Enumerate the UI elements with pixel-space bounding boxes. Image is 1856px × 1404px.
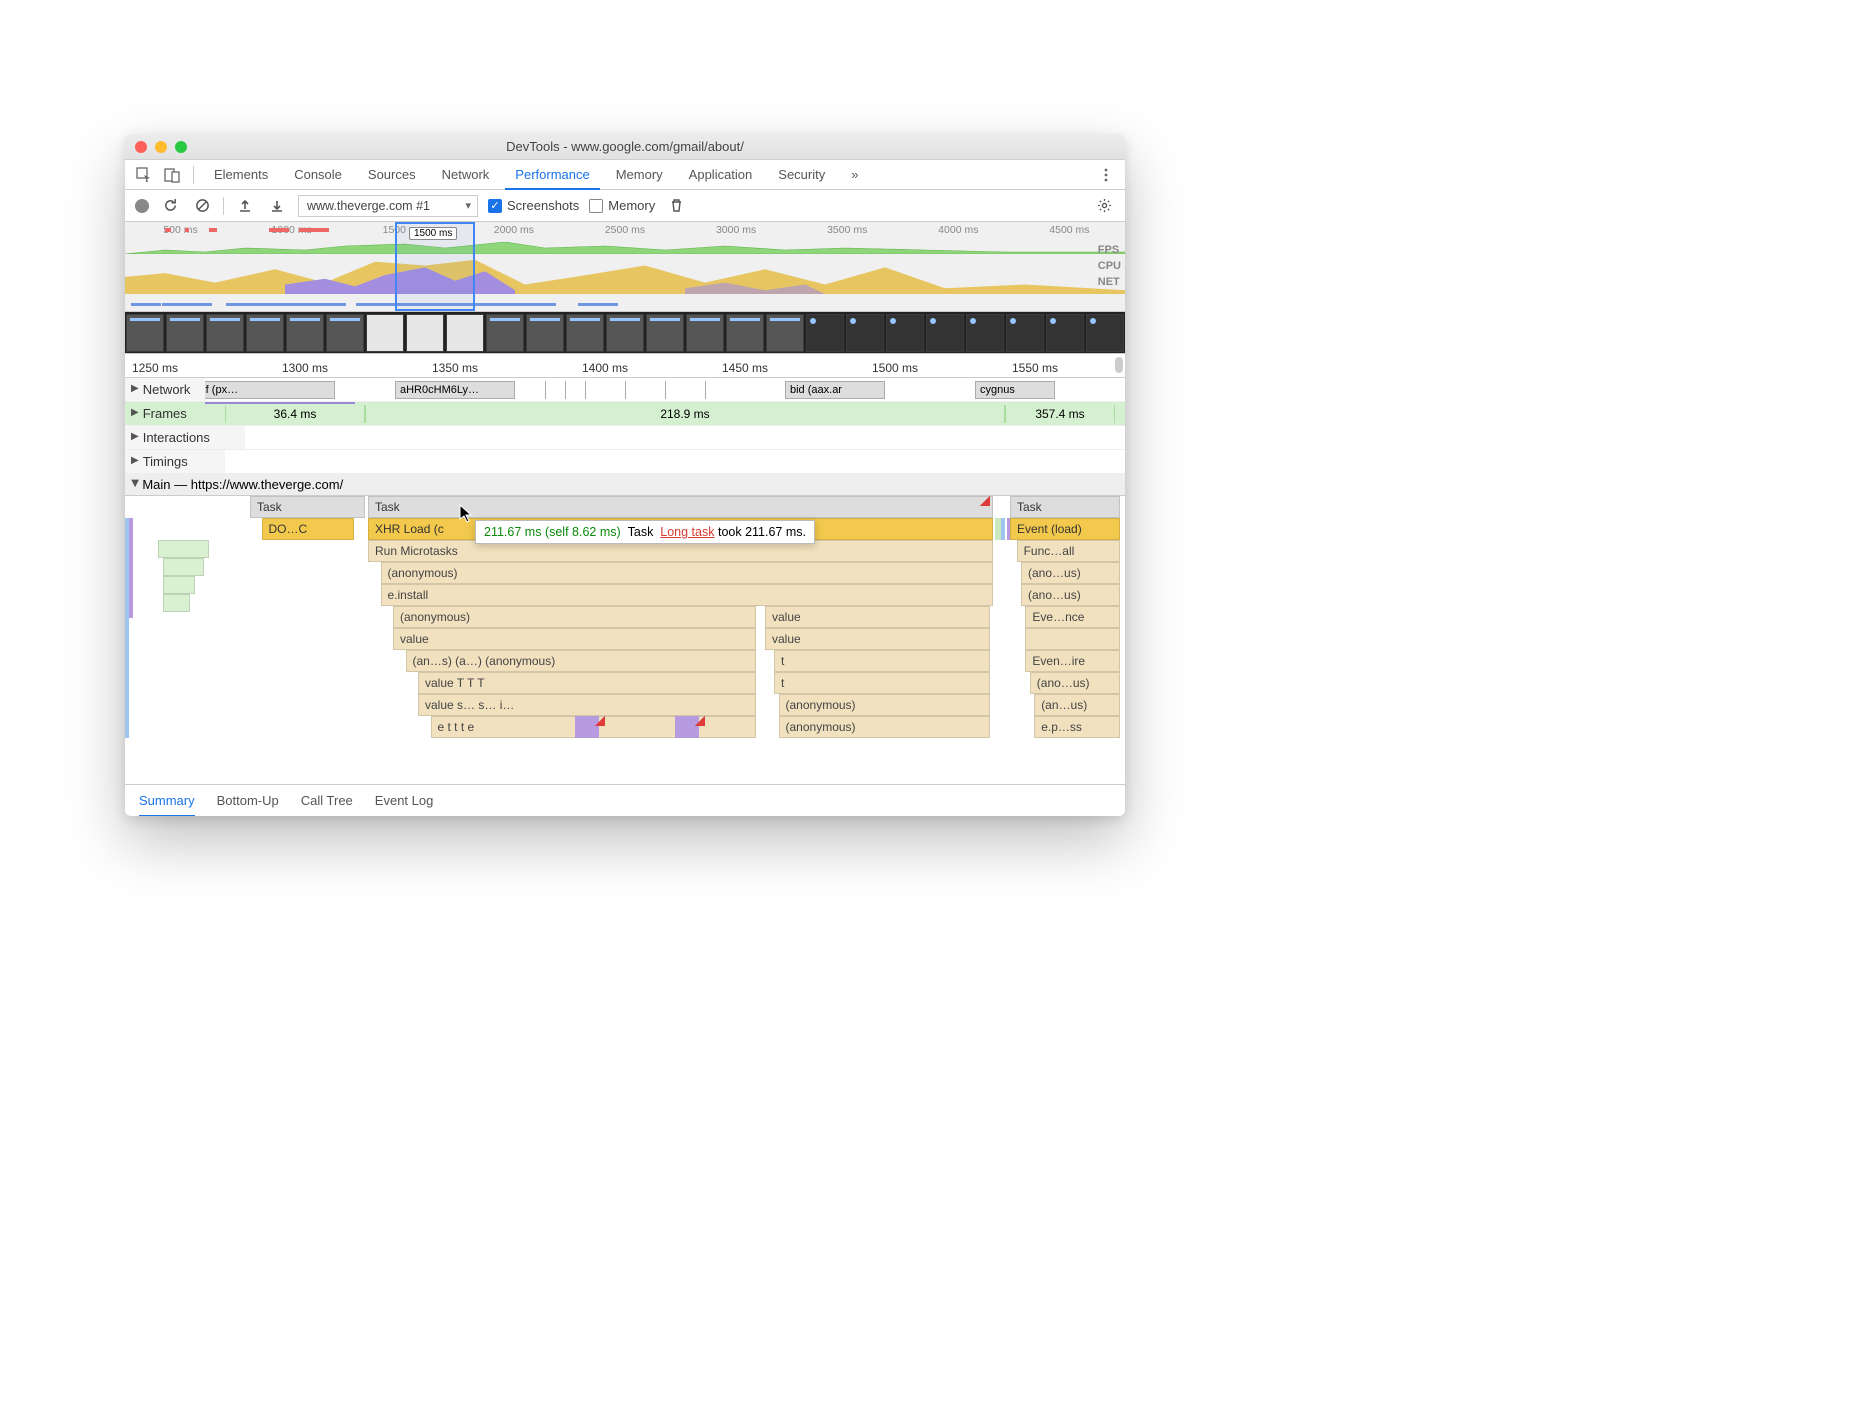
main-thread-header[interactable]: ▶ Main — https://www.theverge.com/: [125, 474, 1125, 496]
timeline-ruler[interactable]: 1250 ms 1300 ms 1350 ms 1400 ms 1450 ms …: [125, 354, 1125, 378]
screenshots-checkbox[interactable]: ✓Screenshots: [488, 198, 579, 213]
overview-selection[interactable]: 1500 ms: [395, 222, 475, 311]
collect-garbage-icon[interactable]: [665, 195, 687, 217]
close-window-icon[interactable]: [135, 141, 147, 153]
frames-track[interactable]: 36.4 ms 218.9 ms 357.4 ms ▶Frames: [125, 402, 1125, 426]
interactions-track[interactable]: ▶Interactions: [125, 426, 1125, 450]
load-profile-icon[interactable]: [234, 195, 256, 217]
profile-select[interactable]: www.theverge.com #1: [298, 195, 478, 217]
vertical-scrollbar[interactable]: [1115, 357, 1123, 373]
reload-record-icon[interactable]: [159, 195, 181, 217]
tab-bottom-up[interactable]: Bottom-Up: [217, 785, 279, 817]
devtools-window: DevTools - www.google.com/gmail/about/ E…: [125, 134, 1125, 816]
tab-performance[interactable]: Performance: [505, 160, 599, 190]
tab-overflow[interactable]: »: [841, 160, 868, 190]
capture-settings-icon[interactable]: [1093, 195, 1115, 217]
tab-event-log[interactable]: Event Log: [375, 785, 434, 817]
tab-security[interactable]: Security: [768, 160, 835, 190]
tab-network[interactable]: Network: [432, 160, 500, 190]
clear-icon[interactable]: [191, 195, 213, 217]
window-title: DevTools - www.google.com/gmail/about/: [506, 139, 744, 154]
tab-summary[interactable]: Summary: [139, 785, 195, 817]
device-toolbar-icon[interactable]: [161, 164, 183, 186]
panel-tabs: Elements Console Sources Network Perform…: [125, 160, 1125, 190]
tab-application[interactable]: Application: [679, 160, 763, 190]
network-track[interactable]: xel.gif (px… aHR0cHM6Ly… bid (aax.ar cyg…: [125, 378, 1125, 402]
timings-track[interactable]: ▶Timings: [125, 450, 1125, 474]
tab-call-tree[interactable]: Call Tree: [301, 785, 353, 817]
save-profile-icon[interactable]: [266, 195, 288, 217]
kebab-menu-icon[interactable]: [1095, 164, 1117, 186]
record-button[interactable]: [135, 199, 149, 213]
memory-checkbox[interactable]: Memory: [589, 198, 655, 213]
screenshot-filmstrip[interactable]: [125, 312, 1125, 354]
timeline-overview[interactable]: 500 ms 1000 ms 1500 ms 2000 ms 2500 ms 3…: [125, 222, 1125, 312]
overview-lane-labels: FPS CPU NET: [1098, 242, 1121, 290]
zoom-window-icon[interactable]: [175, 141, 187, 153]
selection-label: 1500 ms: [409, 227, 457, 240]
tab-elements[interactable]: Elements: [204, 160, 278, 190]
flame-chart[interactable]: Task DO…C Task XHR Load (c Run Microtask…: [125, 496, 1125, 748]
minimize-window-icon[interactable]: [155, 141, 167, 153]
task-tooltip: 211.67 ms (self 8.62 ms) Task Long task …: [475, 520, 815, 544]
perf-toolbar: www.theverge.com #1 ✓Screenshots Memory: [125, 190, 1125, 222]
inspect-element-icon[interactable]: [133, 164, 155, 186]
tab-memory[interactable]: Memory: [606, 160, 673, 190]
window-titlebar: DevTools - www.google.com/gmail/about/: [125, 134, 1125, 160]
tracks-container: xel.gif (px… aHR0cHM6Ly… bid (aax.ar cyg…: [125, 378, 1125, 784]
details-tabs: Summary Bottom-Up Call Tree Event Log: [125, 784, 1125, 816]
cursor-icon: [459, 504, 475, 524]
tab-console[interactable]: Console: [284, 160, 352, 190]
tab-sources[interactable]: Sources: [358, 160, 426, 190]
